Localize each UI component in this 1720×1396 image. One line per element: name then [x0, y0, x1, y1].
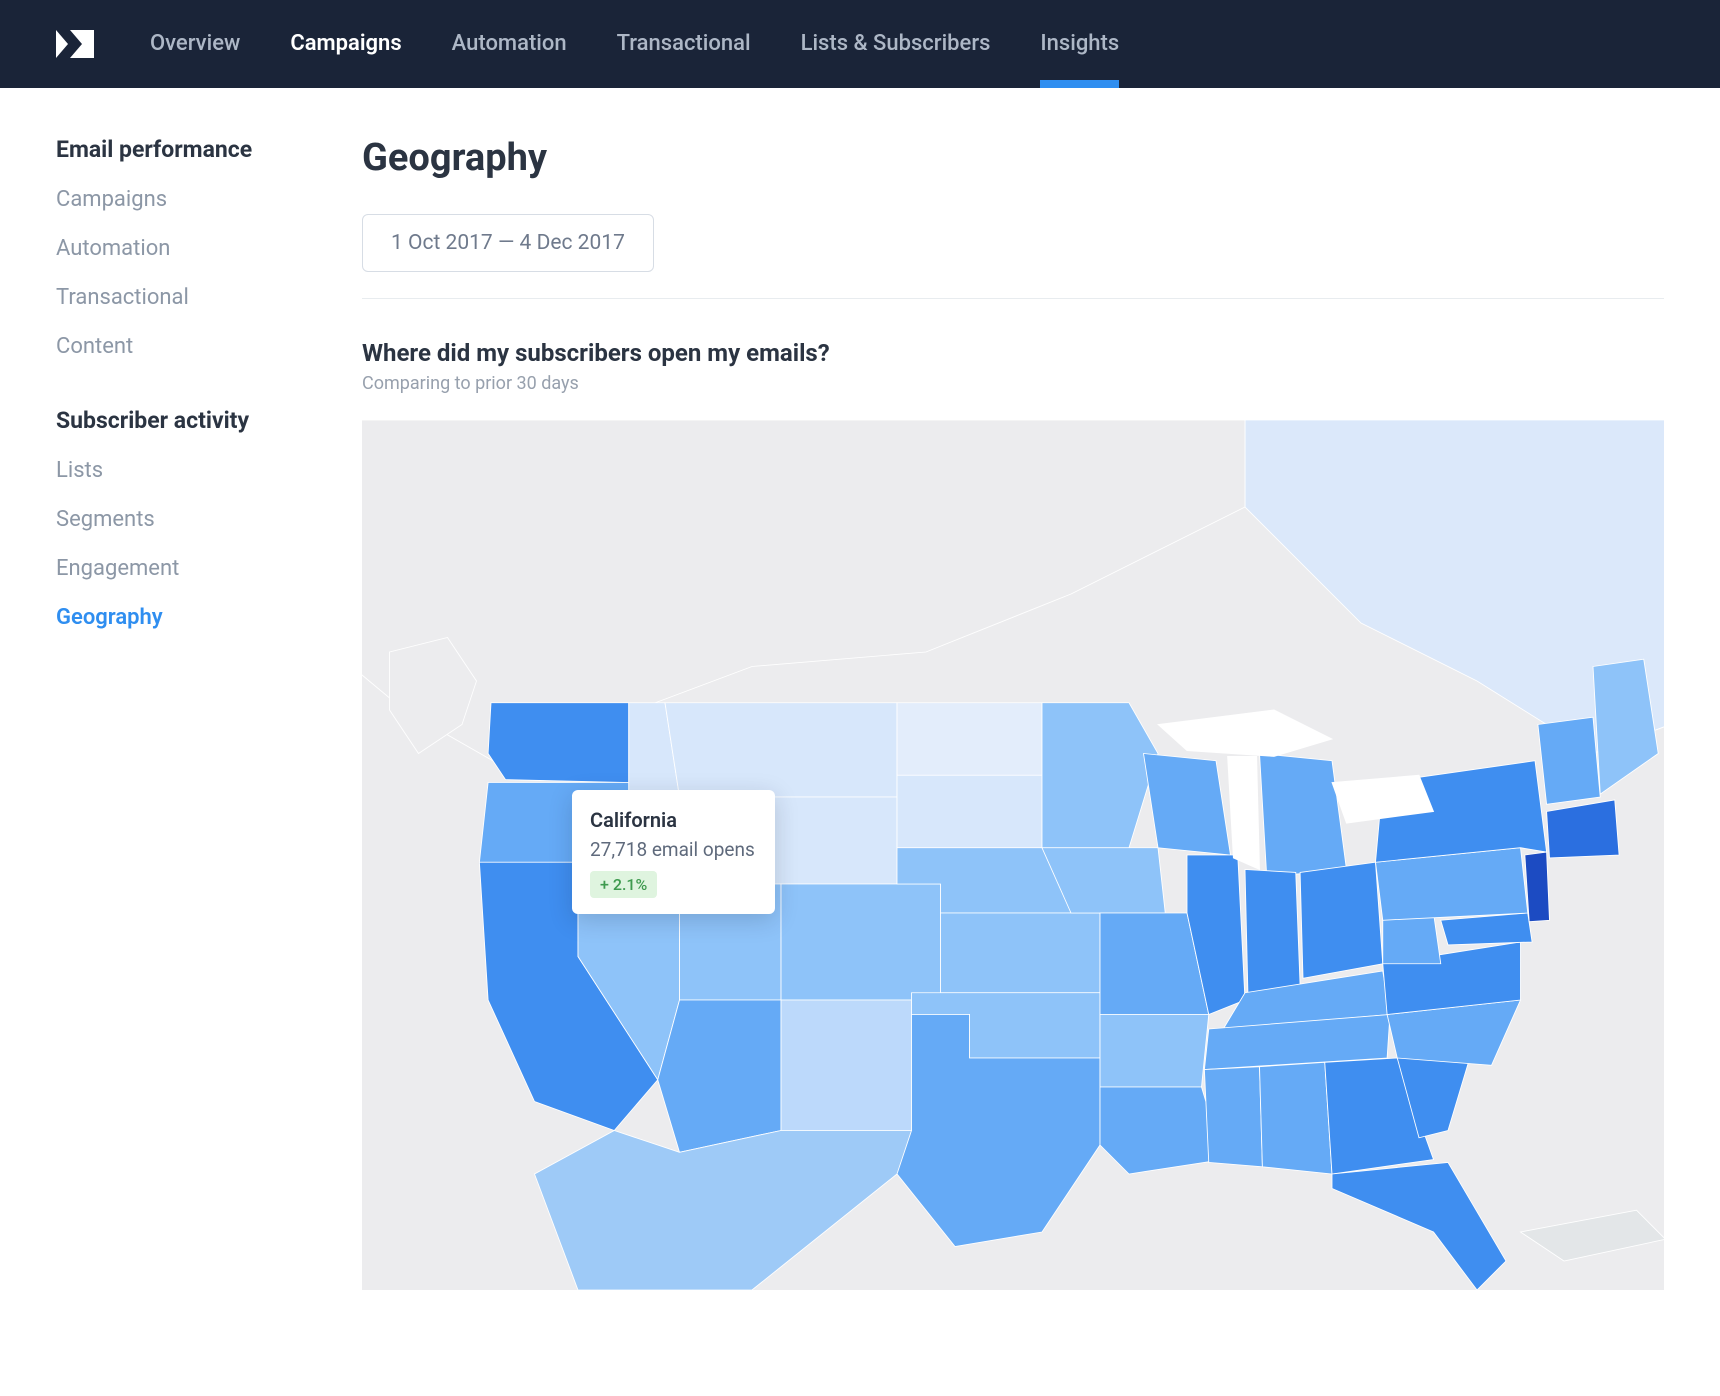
sidebar-item-geography[interactable]: Geography [56, 605, 306, 630]
section-title: Where did my subscribers open my emails? [362, 339, 1664, 367]
sidebar-item-transactional[interactable]: Transactional [56, 285, 306, 310]
state-oh[interactable] [1300, 862, 1383, 978]
sidebar-item-campaigns[interactable]: Campaigns [56, 187, 306, 212]
sidebar-item-content[interactable]: Content [56, 334, 306, 359]
sidebar-item-lists[interactable]: Lists [56, 458, 306, 483]
state-la[interactable] [1100, 1087, 1223, 1174]
state-wa[interactable] [488, 703, 629, 783]
state-az[interactable] [658, 1000, 781, 1152]
top-nav: Overview Campaigns Automation Transactio… [0, 0, 1720, 88]
nav-insights[interactable]: Insights [1040, 0, 1119, 88]
state-nd[interactable] [897, 703, 1042, 776]
state-ms[interactable] [1204, 1067, 1262, 1167]
tooltip-state: California [590, 808, 755, 832]
state-vt[interactable] [1538, 717, 1600, 804]
logo-icon [56, 30, 94, 58]
nav-campaigns[interactable]: Campaigns [290, 0, 401, 88]
date-range-picker[interactable]: 1 Oct 2017 — 4 Dec 2017 [362, 214, 654, 272]
state-nj[interactable] [1525, 852, 1550, 922]
map-tooltip: California 27,718 email opens + 2.1% [572, 790, 775, 914]
divider [362, 298, 1664, 299]
sidebar-item-segments[interactable]: Segments [56, 507, 306, 532]
geography-map[interactable]: California 27,718 email opens + 2.1% [362, 420, 1664, 1290]
state-wi[interactable] [1144, 754, 1231, 856]
section-subtitle: Comparing to prior 30 days [362, 373, 1664, 394]
state-mt[interactable] [665, 703, 897, 797]
state-sd[interactable] [897, 775, 1042, 848]
state-mi[interactable] [1260, 754, 1347, 877]
state-ar[interactable] [1100, 1015, 1209, 1088]
state-co[interactable] [781, 884, 941, 1000]
sidebar-heading-subscriber-activity: Subscriber activity [56, 407, 306, 434]
sidebar-heading-email-performance: Email performance [56, 136, 306, 163]
nav-lists-subscribers[interactable]: Lists & Subscribers [801, 0, 991, 88]
state-in[interactable] [1245, 870, 1300, 993]
nav-automation[interactable]: Automation [452, 0, 567, 88]
tooltip-value: 27,718 email opens [590, 838, 755, 861]
sidebar-item-engagement[interactable]: Engagement [56, 556, 306, 581]
tooltip-delta-badge: + 2.1% [590, 871, 657, 898]
page-title: Geography [362, 136, 1664, 180]
sidebar: Email performance Campaigns Automation T… [56, 136, 306, 1290]
nav-overview[interactable]: Overview [150, 0, 240, 88]
nav-transactional[interactable]: Transactional [617, 0, 751, 88]
sidebar-item-automation[interactable]: Automation [56, 236, 306, 261]
state-nm[interactable] [781, 1000, 912, 1131]
main-content: Geography 1 Oct 2017 — 4 Dec 2017 Where … [362, 136, 1664, 1290]
state-ks[interactable] [941, 913, 1101, 993]
state-al[interactable] [1260, 1062, 1333, 1174]
